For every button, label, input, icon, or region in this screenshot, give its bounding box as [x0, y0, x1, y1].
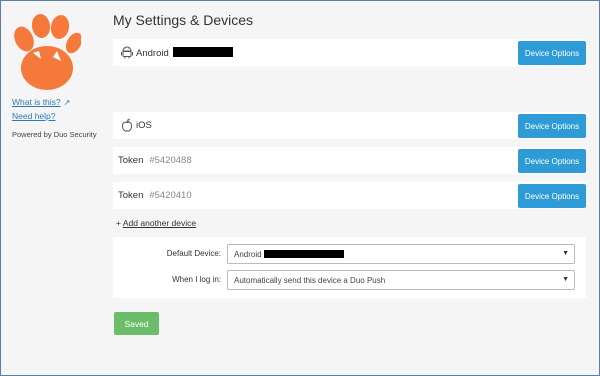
login-action-label: When I log in:	[172, 275, 221, 284]
device-row-token: Token #5420488 Device Options	[113, 147, 586, 174]
login-action-select[interactable]: Automatically send this device a Duo Pus…	[227, 270, 575, 290]
caret-down-icon: ▼	[562, 250, 569, 257]
device-label: Token #5420488	[118, 155, 192, 166]
device-options-button[interactable]: Device Options	[518, 149, 586, 173]
device-row-ios: iOS Device Options	[113, 112, 586, 139]
page-title: My Settings & Devices	[113, 12, 254, 28]
caret-down-icon: ▼	[562, 276, 569, 283]
default-device-label: Default Device:	[166, 249, 221, 258]
paw-logo	[14, 14, 81, 90]
token-number: #5420410	[149, 190, 192, 201]
token-number: #5420488	[149, 155, 192, 166]
add-device-label: Add another device	[122, 218, 197, 228]
device-row-token: Token #5420410 Device Options	[113, 182, 586, 209]
need-help-link[interactable]: Need help?	[12, 111, 55, 121]
device-options-button[interactable]: Device Options	[518, 184, 586, 208]
redacted-block	[263, 250, 344, 258]
android-icon	[121, 46, 133, 59]
device-label: Android	[136, 47, 234, 59]
device-label: iOS	[136, 120, 152, 131]
device-name: iOS	[136, 120, 152, 131]
device-label: Token #5420410	[118, 190, 192, 201]
device-options-button[interactable]: Device Options	[518, 41, 586, 65]
select-value: Android	[234, 250, 262, 259]
device-options-button[interactable]: Device Options	[518, 114, 586, 138]
settings-window: What is this? ↗ Need help? Powered by Duo…	[0, 0, 600, 376]
apple-icon	[121, 118, 133, 132]
select-value: Automatically send this device a Duo Pus…	[234, 276, 386, 285]
device-name: Android	[136, 48, 169, 59]
saved-button[interactable]: Saved	[114, 312, 159, 335]
add-device-link[interactable]: + Add another device	[116, 218, 196, 228]
external-link-icon: ↗	[63, 98, 71, 107]
redacted-block	[173, 47, 234, 57]
default-device-select[interactable]: Android ▼	[227, 244, 575, 264]
add-prefix: +	[116, 218, 121, 228]
what-is-this-text: What is this?	[12, 97, 61, 107]
device-row-android: Android Device Options	[113, 39, 586, 66]
settings-panel: Default Device: Android ▼ When I log in:…	[113, 237, 586, 298]
device-name: Token	[118, 155, 144, 166]
powered-by-text: Powered by Duo Security	[12, 130, 97, 139]
device-name: Token	[118, 190, 144, 201]
what-is-this-link[interactable]: What is this? ↗	[12, 97, 70, 107]
